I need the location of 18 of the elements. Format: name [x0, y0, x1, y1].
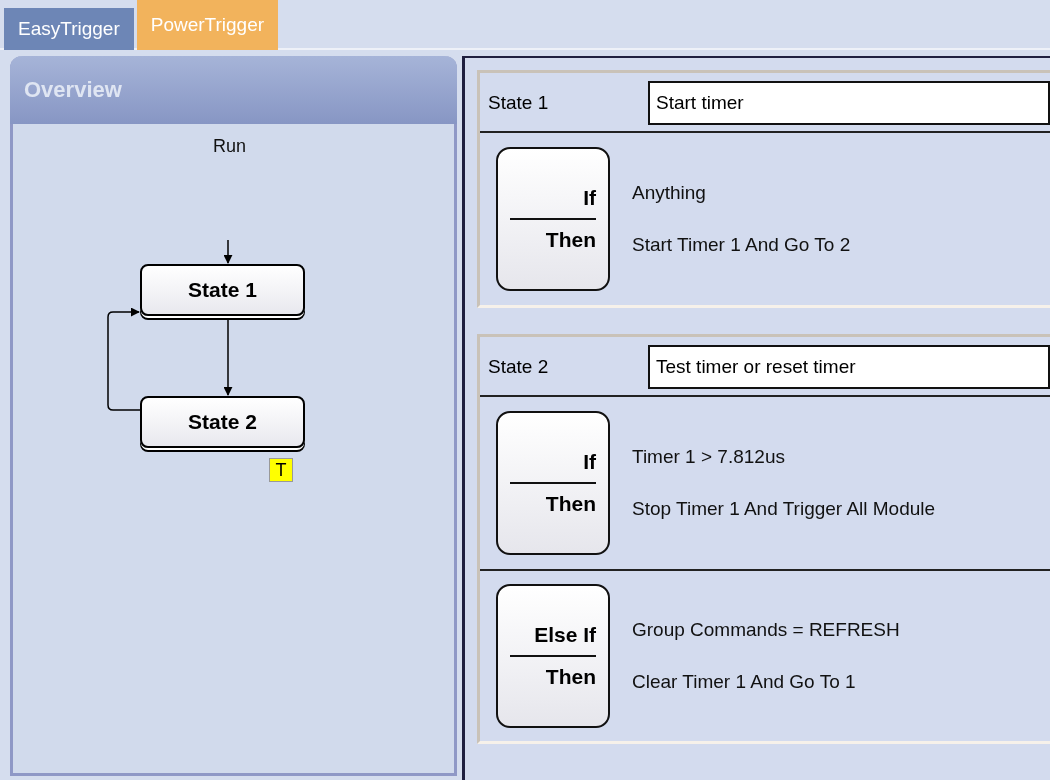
- action-text: Stop Timer 1 And Trigger All Module: [632, 498, 936, 520]
- panel-title: Overview: [24, 77, 122, 103]
- tab[interactable]: EasyTrigger: [4, 8, 134, 50]
- arrow: [223, 239, 233, 264]
- start-label: Run: [213, 136, 247, 157]
- action-text: Clear Timer 1 And Go To 1: [632, 671, 857, 693]
- condition-text: Timer 1 > 7.812us: [632, 446, 786, 468]
- description-field[interactable]: Start timer: [648, 81, 1050, 125]
- state-name: State 1: [488, 92, 550, 114]
- description-field[interactable]: Test timer or reset timer: [648, 345, 1050, 389]
- if-then-button[interactable]: If Then: [496, 147, 610, 291]
- timer-badge: T: [269, 458, 293, 482]
- if-then-button[interactable]: Else If Then: [496, 584, 610, 728]
- state-name: State 2: [488, 356, 550, 378]
- if-then-button[interactable]: If Then: [496, 411, 610, 555]
- condition-text: Anything: [632, 182, 707, 204]
- condition-text: Group Commands = REFRESH: [632, 619, 900, 641]
- action-text: Start Timer 1 And Go To 2: [632, 234, 851, 256]
